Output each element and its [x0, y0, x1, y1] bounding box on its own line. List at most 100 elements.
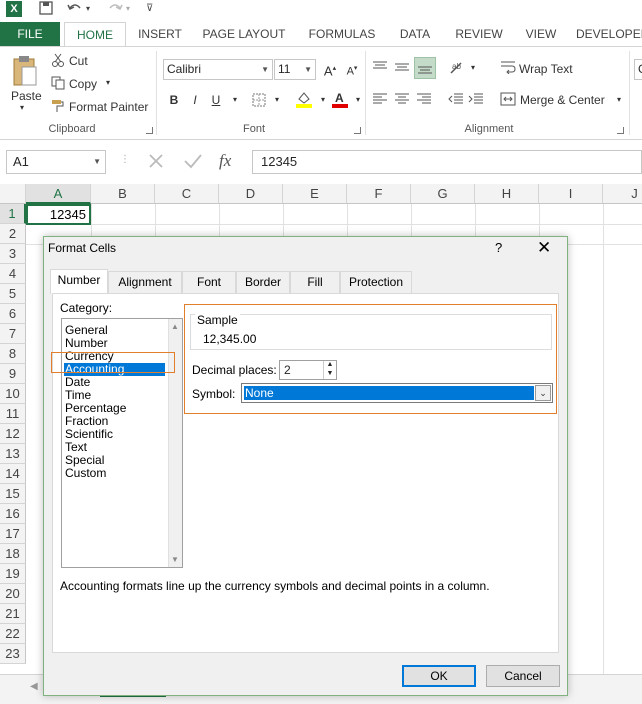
copy-icon[interactable] [51, 76, 65, 93]
column-header[interactable]: D [219, 184, 283, 204]
paste-button[interactable]: Paste [11, 89, 42, 103]
name-box[interactable]: A1 ▼ [6, 150, 106, 174]
row-header[interactable]: 13 [0, 444, 26, 464]
align-bottom-icon[interactable] [414, 57, 436, 79]
undo-dropdown-icon[interactable]: ▾ [86, 0, 90, 18]
symbol-dropdown[interactable]: None ⌄ [241, 383, 553, 403]
cut-button[interactable]: Cut [69, 54, 88, 68]
row-header[interactable]: 22 [0, 624, 26, 644]
column-header[interactable]: G [411, 184, 475, 204]
row-header[interactable]: 20 [0, 584, 26, 604]
undo-icon[interactable] [66, 0, 84, 18]
redo-icon[interactable] [106, 0, 124, 18]
tab-review[interactable]: REVIEW [450, 22, 508, 46]
row-header[interactable]: 19 [0, 564, 26, 584]
list-item[interactable]: Custom [65, 467, 106, 480]
scroll-up-icon[interactable]: ▲ [171, 322, 179, 331]
column-header[interactable]: J [603, 184, 642, 204]
row-header[interactable]: 4 [0, 264, 26, 284]
borders-dropdown-icon[interactable]: ▾ [268, 91, 286, 109]
row-header[interactable]: 15 [0, 484, 26, 504]
tab-alignment[interactable]: Alignment [108, 271, 182, 293]
column-header[interactable]: C [155, 184, 219, 204]
merge-center-button[interactable]: Merge & Center [520, 93, 605, 107]
orientation-dropdown-icon[interactable]: ▾ [464, 59, 482, 77]
align-left-icon[interactable] [372, 93, 388, 108]
tab-developer[interactable]: DEVELOPER [576, 22, 642, 46]
column-header[interactable]: H [475, 184, 539, 204]
insert-function-icon[interactable]: fx [219, 151, 231, 171]
tab-file[interactable]: FILE [0, 22, 60, 46]
tab-data[interactable]: DATA [392, 22, 438, 46]
row-header[interactable]: 14 [0, 464, 26, 484]
row-header[interactable]: 1 [0, 204, 26, 224]
font-name-combo[interactable]: Calibri ▼ [163, 59, 273, 80]
column-header[interactable]: A [26, 184, 91, 204]
alignment-launcher-icon[interactable] [617, 127, 624, 134]
cell-a1[interactable]: 12345 [26, 204, 91, 225]
decrease-indent-icon[interactable] [448, 93, 464, 108]
row-header[interactable]: 23 [0, 644, 26, 664]
stepper-up-icon[interactable]: ▲ [323, 361, 336, 370]
tab-protection[interactable]: Protection [340, 271, 412, 293]
number-format-combo[interactable]: G [634, 59, 642, 80]
row-header[interactable]: 7 [0, 324, 26, 344]
confirm-entry-icon[interactable] [183, 152, 203, 173]
align-right-icon[interactable] [416, 93, 432, 108]
fill-color-dropdown-icon[interactable]: ▾ [314, 91, 332, 109]
italic-button[interactable]: I [186, 91, 204, 109]
row-header[interactable]: 6 [0, 304, 26, 324]
scroll-left-icon[interactable]: ◀ [30, 681, 38, 692]
fill-color-icon[interactable] [295, 90, 313, 111]
row-header[interactable]: 11 [0, 404, 26, 424]
align-middle-icon[interactable] [394, 61, 410, 76]
customize-qat-icon[interactable]: ⊽ [146, 0, 153, 18]
copy-dropdown-icon[interactable]: ▾ [106, 78, 110, 87]
column-header[interactable]: I [539, 184, 603, 204]
align-top-icon[interactable] [372, 61, 388, 76]
row-header[interactable]: 8 [0, 344, 26, 364]
font-color-icon[interactable]: A [331, 90, 349, 111]
more-options-icon[interactable]: ⋮ [120, 154, 130, 165]
tab-number[interactable]: Number [50, 269, 108, 294]
cancel-entry-icon[interactable] [147, 152, 165, 173]
font-size-combo[interactable]: 11 ▼ [274, 59, 316, 80]
row-header[interactable]: 21 [0, 604, 26, 624]
tab-formulas[interactable]: FORMULAS [304, 22, 380, 46]
tab-view[interactable]: VIEW [518, 22, 564, 46]
row-header[interactable]: 18 [0, 544, 26, 564]
row-header[interactable]: 10 [0, 384, 26, 404]
tab-insert[interactable]: INSERT [132, 22, 188, 46]
tab-font[interactable]: Font [182, 271, 236, 293]
grow-font-icon[interactable]: A▴ [321, 60, 339, 78]
font-launcher-icon[interactable] [354, 127, 361, 134]
wrap-text-icon[interactable] [500, 60, 516, 77]
decimal-places-stepper[interactable]: 2 ▲ ▼ [279, 360, 337, 380]
row-header[interactable]: 9 [0, 364, 26, 384]
row-header[interactable]: 3 [0, 244, 26, 264]
column-header[interactable]: E [283, 184, 347, 204]
row-header[interactable]: 12 [0, 424, 26, 444]
column-header[interactable]: F [347, 184, 411, 204]
redo-dropdown-icon[interactable]: ▾ [126, 0, 130, 18]
row-header[interactable]: 17 [0, 524, 26, 544]
help-icon[interactable]: ? [495, 240, 502, 255]
row-header[interactable]: 16 [0, 504, 26, 524]
tab-page-layout[interactable]: PAGE LAYOUT [198, 22, 290, 46]
cut-icon[interactable] [51, 53, 65, 70]
cancel-button[interactable]: Cancel [486, 665, 560, 687]
column-header[interactable]: B [91, 184, 155, 204]
paste-icon[interactable] [12, 55, 38, 89]
underline-dropdown-icon[interactable]: ▾ [226, 91, 244, 109]
borders-icon[interactable] [252, 93, 266, 110]
tab-border[interactable]: Border [236, 271, 290, 293]
shrink-font-icon[interactable]: A▾ [343, 60, 361, 78]
tab-fill[interactable]: Fill [290, 271, 340, 293]
row-header[interactable]: 5 [0, 284, 26, 304]
format-painter-icon[interactable] [51, 99, 65, 116]
stepper-down-icon[interactable]: ▼ [323, 370, 336, 379]
increase-indent-icon[interactable] [468, 93, 484, 108]
scroll-down-icon[interactable]: ▼ [171, 555, 179, 564]
chevron-down-icon[interactable]: ▼ [93, 151, 101, 173]
tab-home[interactable]: HOME [64, 22, 126, 47]
